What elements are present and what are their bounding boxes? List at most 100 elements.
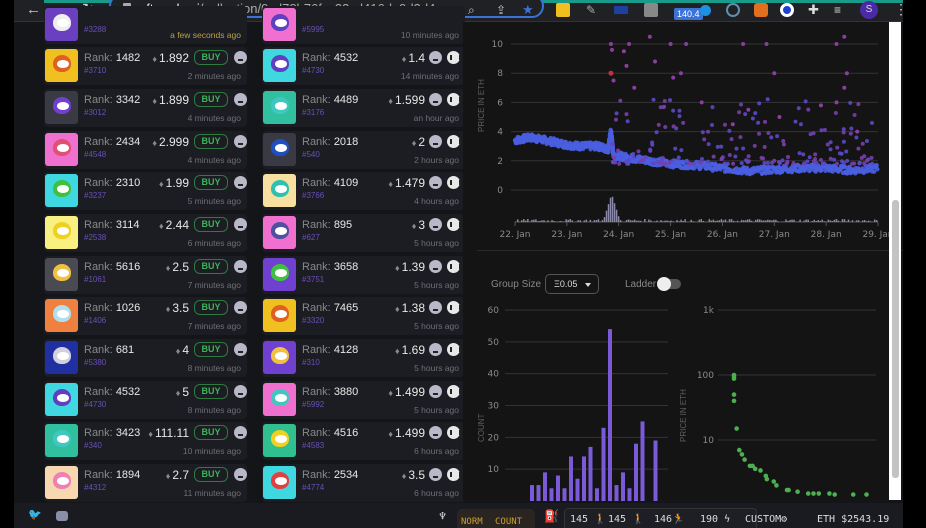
- download-icon[interactable]: [429, 426, 442, 439]
- download-icon[interactable]: [234, 93, 247, 106]
- listing-card[interactable]: Rank: 681 ♦ 4 BUY #5380 8 minutes ago: [44, 339, 247, 377]
- chart-icon[interactable]: [447, 343, 461, 356]
- nft-avatar[interactable]: [263, 299, 296, 332]
- nft-avatar[interactable]: [45, 174, 78, 207]
- ladder-point[interactable]: [758, 468, 763, 473]
- extension-circle-icon[interactable]: [780, 3, 794, 17]
- listing-card[interactable]: Rank: 4516 ♦ 1.499 #4583 6 hours ago: [262, 422, 465, 460]
- ladder-point[interactable]: [737, 447, 742, 453]
- buy-button[interactable]: BUY: [194, 342, 228, 357]
- listing-card[interactable]: Rank: 7465 ♦ 1.38 #3320 5 hours ago: [262, 297, 465, 335]
- ladder-point[interactable]: [805, 491, 811, 496]
- price-history-chart[interactable]: 0 2 4 6 8 10 PRICE IN ETH 22. Jan 23. Jan 24. Jan…: [463, 22, 889, 252]
- ladder-point[interactable]: [731, 392, 737, 397]
- token-id[interactable]: #3012: [84, 108, 106, 117]
- download-icon[interactable]: [234, 51, 247, 64]
- nft-avatar[interactable]: [45, 383, 78, 416]
- token-id[interactable]: #3237: [84, 191, 106, 200]
- histogram-bar[interactable]: [562, 488, 567, 501]
- chart-icon[interactable]: [447, 260, 461, 273]
- listing-card[interactable]: Rank: 4532 ♦ 5 BUY #4730 8 minutes ago: [44, 381, 247, 419]
- buy-button[interactable]: BUY: [194, 425, 228, 440]
- download-icon[interactable]: [429, 260, 442, 273]
- ladder-toggle[interactable]: [657, 277, 681, 291]
- histogram-bar[interactable]: [608, 329, 612, 501]
- ladder-point[interactable]: [742, 457, 747, 462]
- gas-fast-button[interactable]: 146🏃: [654, 514, 685, 525]
- nft-avatar[interactable]: [45, 466, 78, 499]
- token-id[interactable]: #3176: [302, 108, 324, 117]
- download-icon[interactable]: [429, 176, 442, 189]
- twitter-icon[interactable]: 🐦: [28, 508, 42, 521]
- listing-card[interactable]: Rank: 5616 ♦ 2.5 BUY #1061 7 minutes ago: [44, 256, 247, 294]
- histogram-bar[interactable]: [601, 427, 606, 501]
- download-icon[interactable]: [429, 135, 442, 148]
- ladder-point[interactable]: [816, 491, 822, 496]
- listing-card[interactable]: Rank: 3342 ♦ 1.899 BUY #3012 4 minutes ago: [44, 89, 247, 127]
- nft-avatar[interactable]: [45, 49, 78, 82]
- token-id[interactable]: #2538: [84, 233, 106, 242]
- listing-card[interactable]: Rank: 3114 ♦ 2.44 BUY #2538 6 minutes ago: [44, 214, 247, 252]
- histogram-bar[interactable]: [556, 475, 560, 501]
- ladder-point[interactable]: [734, 426, 739, 431]
- listing-card[interactable]: Rank: 2018 ♦ 2 #540 2 hours ago: [262, 131, 465, 169]
- token-id[interactable]: #4583: [302, 441, 324, 450]
- token-id[interactable]: #3766: [302, 191, 324, 200]
- nft-avatar[interactable]: [263, 216, 296, 249]
- histogram-bar[interactable]: [543, 472, 547, 501]
- extension-grid-icon[interactable]: [614, 6, 628, 14]
- nft-avatar[interactable]: [263, 466, 296, 499]
- token-id[interactable]: #3320: [302, 316, 324, 325]
- histogram-bar[interactable]: [569, 456, 573, 501]
- norm-button[interactable]: NORM: [461, 517, 483, 527]
- token-id[interactable]: #4730: [84, 400, 106, 409]
- listing-card[interactable]: Rank: 1894 ♦ 2.7 BUY #4312 11 minutes ago: [44, 464, 247, 502]
- listing-card[interactable]: Rank: 1026 ♦ 3.5 BUY #1406 7 minutes ago: [44, 297, 247, 335]
- histogram-bar[interactable]: [575, 478, 580, 501]
- nft-avatar[interactable]: [45, 299, 78, 332]
- metamask-icon[interactable]: [754, 3, 768, 17]
- ladder-point[interactable]: [731, 398, 737, 404]
- listing-card[interactable]: Rank: 3423 ♦ 111.11 BUY #340 10 minutes ago: [44, 422, 247, 460]
- token-id[interactable]: #1406: [84, 316, 106, 325]
- download-icon[interactable]: [429, 218, 442, 231]
- listing-card[interactable]: Rank: 2310 ♦ 1.99 BUY #3237 5 minutes ago: [44, 172, 247, 210]
- download-icon[interactable]: [234, 343, 247, 356]
- zoom-icon[interactable]: ⌕: [468, 2, 475, 18]
- scrollbar-thumb[interactable]: [892, 200, 899, 478]
- count-button[interactable]: COUNT: [495, 517, 522, 527]
- download-icon[interactable]: [234, 385, 247, 398]
- token-id[interactable]: #310: [302, 358, 320, 367]
- ladder-point[interactable]: [774, 483, 779, 488]
- token-id[interactable]: #3710: [84, 66, 106, 75]
- buy-button[interactable]: BUY: [194, 134, 228, 149]
- listing-card[interactable]: Rank: 2534 ♦ 3.5 #4774 6 hours ago: [262, 464, 465, 502]
- download-icon[interactable]: [429, 51, 442, 64]
- buy-button[interactable]: BUY: [194, 467, 228, 482]
- bookmark-star-icon[interactable]: ★: [522, 2, 534, 18]
- download-icon[interactable]: [234, 218, 247, 231]
- download-icon[interactable]: [234, 135, 247, 148]
- listing-card[interactable]: Rank: 4109 ♦ 1.479 #3766 4 hours ago: [262, 172, 465, 210]
- buy-button[interactable]: BUY: [194, 175, 228, 190]
- ladder-point[interactable]: [739, 452, 745, 457]
- chart-icon[interactable]: [447, 135, 461, 148]
- ladder-point[interactable]: [764, 476, 770, 482]
- gas-standard-button[interactable]: 145 🚶: [608, 514, 645, 525]
- histogram-bar[interactable]: [614, 485, 619, 501]
- histogram-bar[interactable]: [634, 443, 638, 501]
- histogram-bar[interactable]: [640, 421, 645, 501]
- token-id[interactable]: #3751: [302, 275, 324, 284]
- download-icon[interactable]: [429, 385, 442, 398]
- menu-kebab-icon[interactable]: ⋮: [894, 1, 903, 18]
- download-icon[interactable]: [429, 468, 442, 481]
- group-size-select[interactable]: Ξ0.05: [545, 274, 599, 294]
- histogram-bar[interactable]: [595, 488, 599, 501]
- histogram-bar[interactable]: [536, 485, 541, 501]
- ladder-point[interactable]: [795, 489, 800, 495]
- token-id[interactable]: #3288: [84, 25, 106, 34]
- custom-gas-button[interactable]: CUSTOM⚙: [745, 514, 787, 525]
- media-queue-icon[interactable]: ≡: [834, 2, 841, 18]
- listing-card[interactable]: Rank: 1482 ♦ 1.892 BUY #3710 2 minutes ago: [44, 47, 247, 85]
- token-id[interactable]: #540: [302, 150, 320, 159]
